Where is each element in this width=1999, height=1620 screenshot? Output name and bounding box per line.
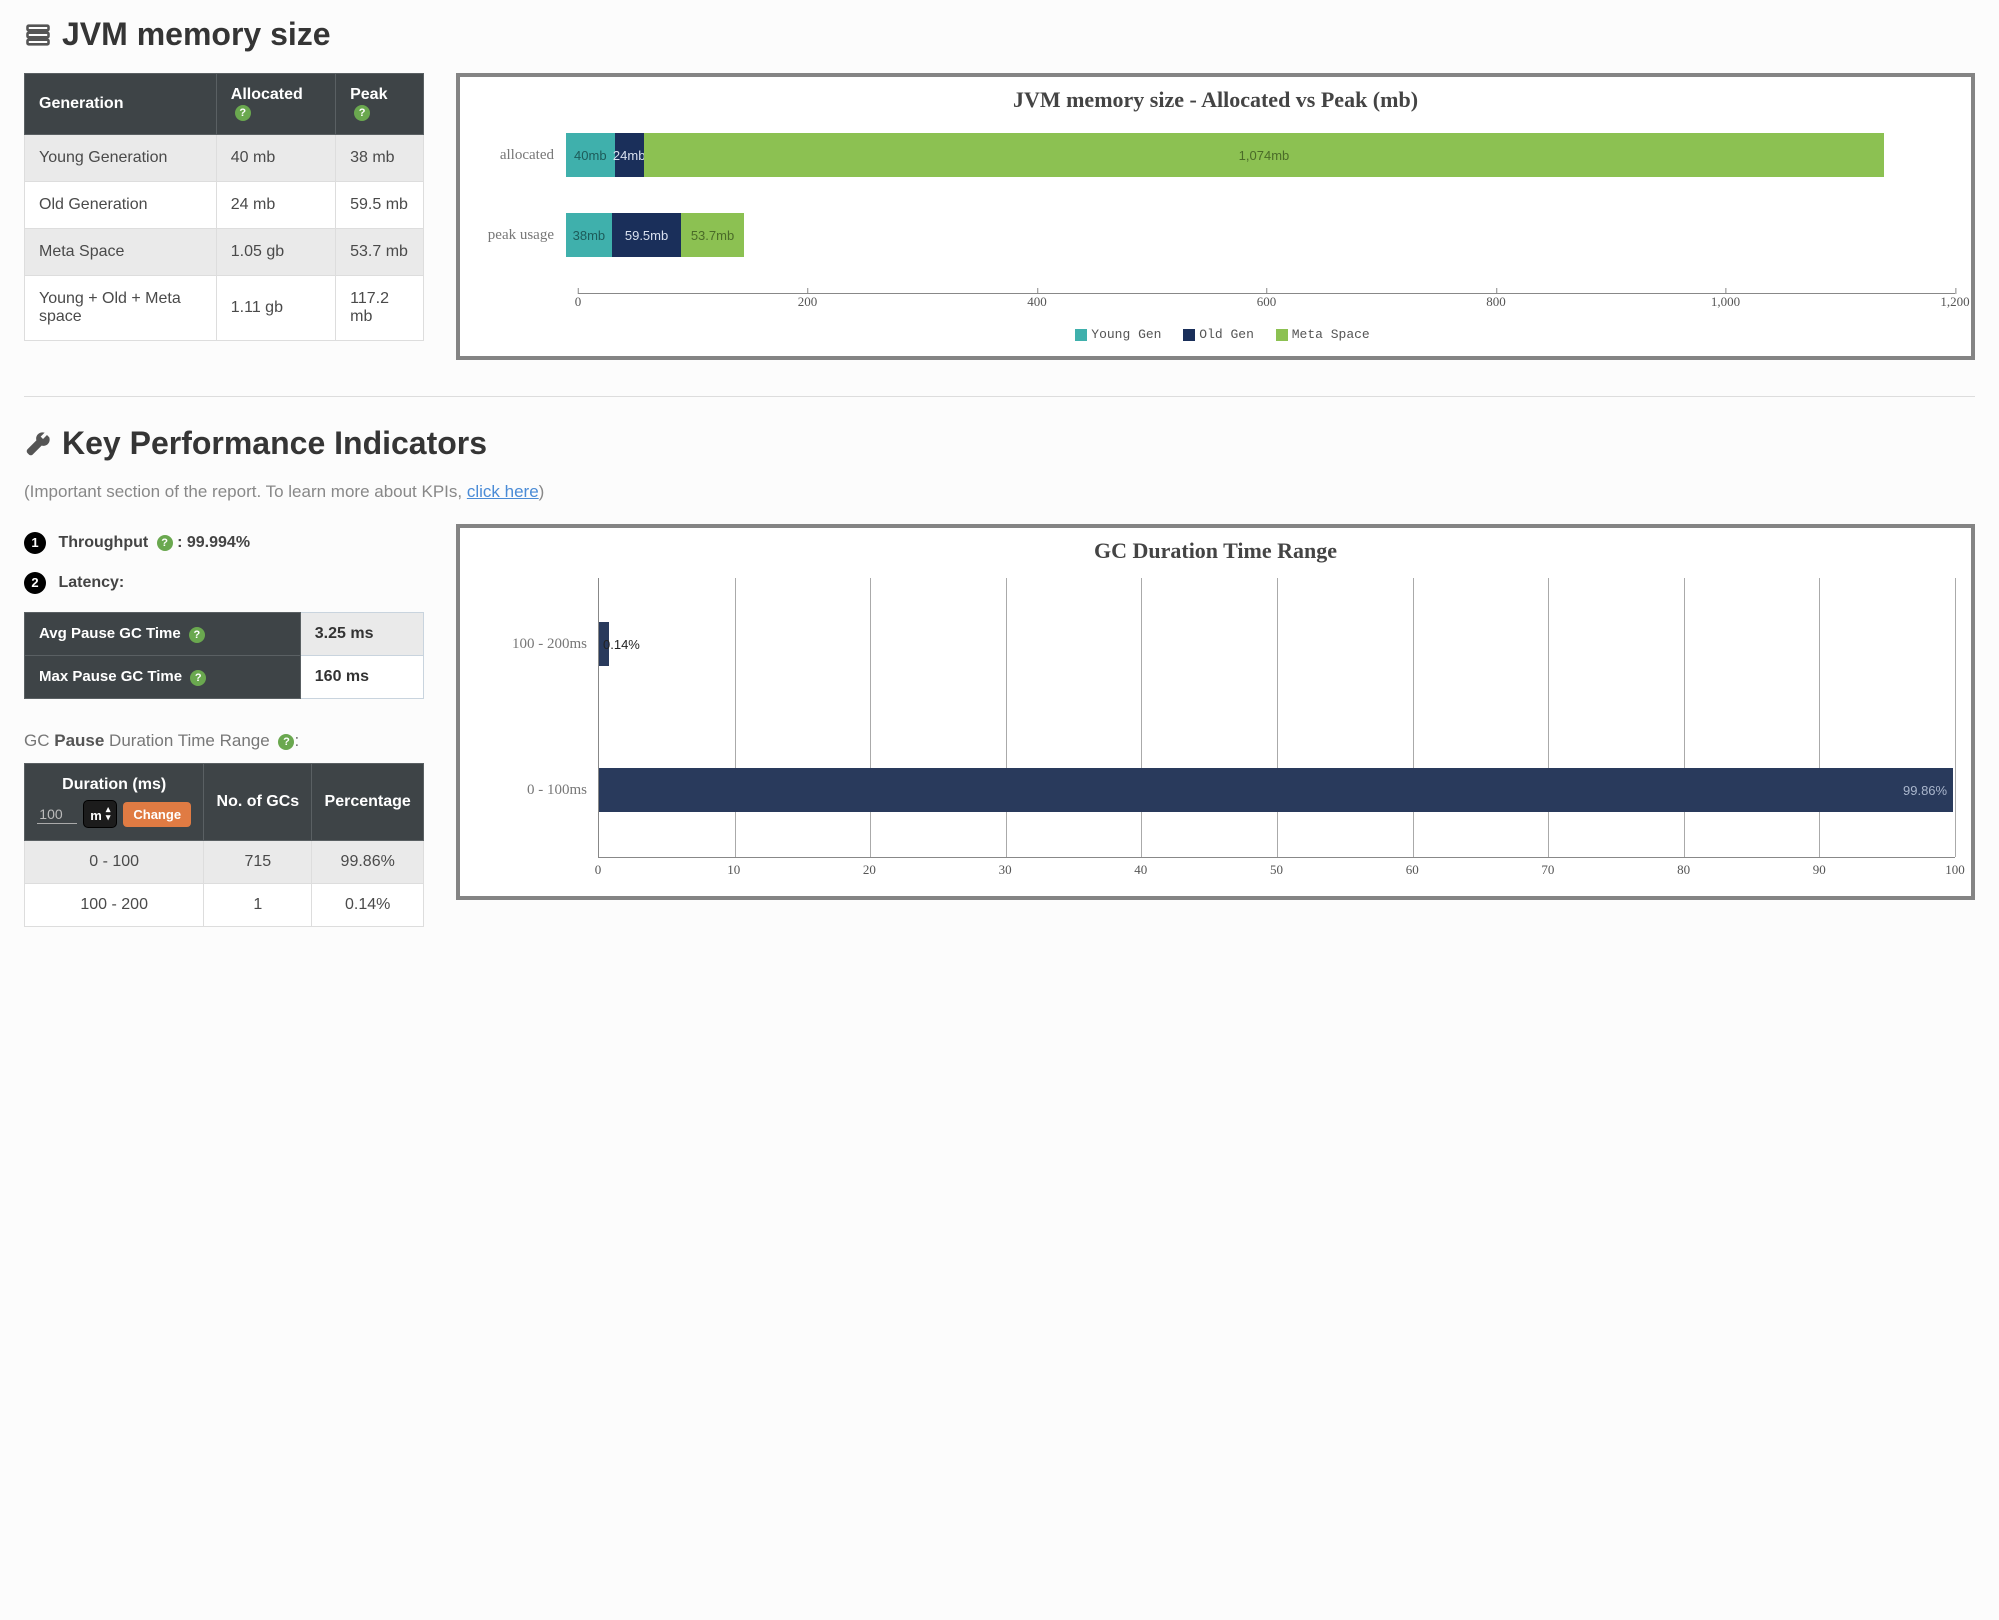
- table-row: Meta Space 1.05 gb 53.7 mb: [25, 229, 424, 276]
- memory-chart-title: JVM memory size - Allocated vs Peak (mb): [476, 87, 1955, 113]
- gc-chart-title: GC Duration Time Range: [476, 538, 1955, 564]
- gc-chart-row-label: 100 - 200ms: [512, 636, 587, 653]
- kpi-note: (Important section of the report. To lea…: [24, 482, 1975, 502]
- gc-chart-bar-value: 99.86%: [1903, 783, 1947, 798]
- memory-chart-axis: 0 200 400 600 800 1,000 1,200: [578, 293, 1955, 317]
- chart-seg-value: 24mb: [613, 148, 646, 163]
- gc-chart-axis: 0 10 20 30 40 50 60 70 80 90 100: [598, 858, 1955, 882]
- gc-duration-chart: GC Duration Time Range 100 - 200ms 0.14%…: [456, 524, 1975, 900]
- duration-unit-select[interactable]: m▴▾: [83, 800, 117, 828]
- section-title-kpi-text: Key Performance Indicators: [62, 425, 487, 462]
- chart-seg-value: 38mb: [573, 228, 606, 243]
- memory-table: Generation Allocated ? Peak ? Young Gene…: [24, 73, 424, 341]
- help-icon[interactable]: ?: [354, 105, 370, 121]
- legend-swatch-old: [1183, 329, 1195, 341]
- section-title-memory-text: JVM memory size: [62, 16, 331, 53]
- memory-table-header-allocated: Allocated ?: [216, 74, 335, 135]
- kpi-latency: 2 Latency:: [24, 572, 424, 594]
- chart-row-label: peak usage: [476, 227, 566, 244]
- chart-seg-value: 59.5mb: [625, 228, 668, 243]
- stack-icon: [24, 21, 52, 49]
- section-title-kpi: Key Performance Indicators: [24, 425, 1975, 462]
- duration-input[interactable]: [37, 805, 77, 824]
- memory-chart-row-allocated: allocated 40mb 24mb 1,074mb: [476, 133, 1955, 177]
- badge-1: 1: [24, 532, 46, 554]
- kpi-throughput: 1 Throughput ? : 99.994%: [24, 532, 424, 554]
- chart-row-label: allocated: [476, 147, 566, 164]
- duration-table-header-duration: Duration (ms) m▴▾ Change: [25, 764, 204, 841]
- section-title-memory: JVM memory size: [24, 16, 1975, 53]
- pause-avg-value: 3.25 ms: [300, 613, 423, 656]
- chart-seg-value: 40mb: [574, 148, 607, 163]
- pause-max-label: Max Pause GC Time ?: [25, 656, 301, 699]
- pause-avg-label: Avg Pause GC Time ?: [25, 613, 301, 656]
- duration-table-header-count: No. of GCs: [204, 764, 312, 841]
- badge-2: 2: [24, 572, 46, 594]
- help-icon[interactable]: ?: [189, 627, 205, 643]
- memory-chart-row-peak: peak usage 38mb 59.5mb 53.7mb: [476, 213, 1955, 257]
- legend-swatch-meta: [1276, 329, 1288, 341]
- help-icon[interactable]: ?: [235, 105, 251, 121]
- table-row: 0 - 100 715 99.86%: [25, 841, 424, 884]
- kpi-learn-more-link[interactable]: click here: [467, 482, 539, 501]
- help-icon[interactable]: ?: [278, 734, 294, 750]
- duration-table: Duration (ms) m▴▾ Change No. of GCs Perc…: [24, 763, 424, 927]
- memory-chart-legend: Young Gen Old Gen Meta Space: [476, 327, 1955, 342]
- table-row: 100 - 200 1 0.14%: [25, 884, 424, 927]
- gc-chart-row-label: 0 - 100ms: [527, 782, 587, 799]
- memory-table-header-generation: Generation: [25, 74, 217, 135]
- memory-table-header-peak: Peak ?: [336, 74, 424, 135]
- duration-range-label: GC Pause Duration Time Range ?:: [24, 731, 424, 751]
- table-row: Old Generation 24 mb 59.5 mb: [25, 182, 424, 229]
- memory-chart: JVM memory size - Allocated vs Peak (mb)…: [456, 73, 1975, 360]
- table-row: Young Generation 40 mb 38 mb: [25, 135, 424, 182]
- chart-seg-value: 53.7mb: [691, 228, 734, 243]
- chart-seg-value: 1,074mb: [1239, 148, 1290, 163]
- gc-chart-bar-value: 0.14%: [603, 637, 640, 652]
- section-divider: [24, 396, 1975, 397]
- legend-swatch-young: [1075, 329, 1087, 341]
- table-row: Young + Old + Meta space 1.11 gb 117.2 m…: [25, 276, 424, 341]
- change-button[interactable]: Change: [123, 802, 191, 827]
- wrench-icon: [24, 430, 52, 458]
- gc-chart-plot: 100 - 200ms 0.14% 0 - 100ms 99.86%: [598, 578, 1955, 858]
- help-icon[interactable]: ?: [157, 535, 173, 551]
- help-icon[interactable]: ?: [190, 670, 206, 686]
- pause-table: Avg Pause GC Time ? 3.25 ms Max Pause GC…: [24, 612, 424, 699]
- duration-table-header-pct: Percentage: [312, 764, 424, 841]
- pause-max-value: 160 ms: [300, 656, 423, 699]
